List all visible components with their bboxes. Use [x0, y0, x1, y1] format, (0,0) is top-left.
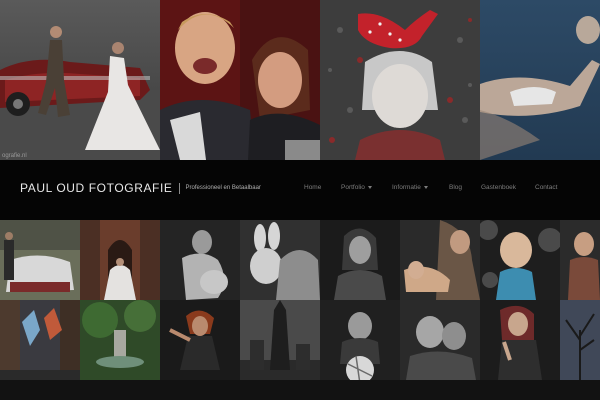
- child-with-ball-photo[interactable]: [320, 300, 400, 380]
- photo-caption: ografie.nl: [2, 153, 27, 159]
- couple-portrait-photo[interactable]: [400, 300, 480, 380]
- menu-item-home[interactable]: Home: [304, 184, 321, 191]
- bride-church-gate-photo[interactable]: [80, 220, 160, 300]
- site-tagline: Professioneel en Betaalbaar: [185, 185, 261, 191]
- woman-pose-photo[interactable]: [480, 300, 560, 380]
- menu-item-gastenboek[interactable]: Gastenboek: [481, 184, 516, 191]
- photo-gallery: [0, 220, 600, 380]
- menu-item-contact[interactable]: Contact: [535, 184, 557, 191]
- bride-edge-photo[interactable]: [560, 220, 600, 300]
- menu-label: Gastenboek: [481, 184, 517, 191]
- site-title[interactable]: PAUL OUD FOTOGRAFIE: [20, 181, 173, 195]
- menu-label: Blog: [449, 184, 463, 191]
- menu-item-blog[interactable]: Blog: [449, 184, 462, 191]
- menu-label: Contact: [535, 184, 558, 191]
- hero-banner: ografie.nl: [0, 0, 600, 160]
- wedding-car-photo[interactable]: ografie.nl: [0, 0, 160, 160]
- jumping-women-photo[interactable]: [0, 300, 80, 380]
- menu-item-informatie[interactable]: Informatie: [392, 184, 428, 191]
- wedding-couple-sofa-photo[interactable]: [0, 220, 80, 300]
- toddler-blue-dress-photo[interactable]: [480, 220, 560, 300]
- menu-label: Informatie: [392, 184, 421, 191]
- church-tower-photo[interactable]: [240, 300, 320, 380]
- bare-tree-photo[interactable]: [560, 300, 600, 380]
- menu-label: Home: [304, 184, 322, 191]
- chevron-down-icon: [367, 186, 372, 189]
- garden-fountain-photo[interactable]: [80, 300, 160, 380]
- chevron-down-icon: [423, 186, 428, 189]
- floating-baby-photo[interactable]: [480, 0, 600, 160]
- menu-item-portfolio[interactable]: Portfolio: [341, 184, 372, 191]
- newborn-with-father-photo[interactable]: [240, 220, 320, 300]
- menu-label: Portfolio: [341, 184, 365, 191]
- mother-and-child-photo[interactable]: [160, 0, 320, 160]
- pregnancy-portrait-photo[interactable]: [160, 220, 240, 300]
- main-menu: Home Portfolio Informatie Blog Gastenboe…: [300, 184, 600, 194]
- title-divider: [178, 182, 180, 194]
- page-footer: [0, 380, 600, 400]
- woman-portrait-bw-photo[interactable]: [320, 220, 400, 300]
- girl-with-red-shoe-photo[interactable]: [320, 0, 480, 160]
- dancing-woman-photo[interactable]: [160, 300, 240, 380]
- mother-holding-baby-photo[interactable]: [400, 220, 480, 300]
- site-brand[interactable]: PAUL OUD FOTOGRAFIE Professioneel en Bet…: [20, 181, 261, 195]
